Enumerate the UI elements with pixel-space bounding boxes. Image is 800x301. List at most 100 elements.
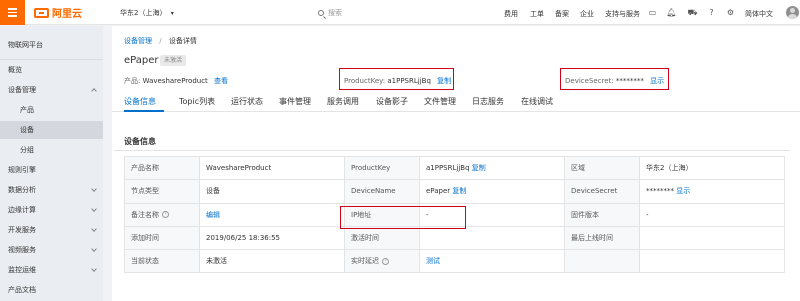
value-productkey-cell: a1PPSRLjjBq 复制	[419, 155, 565, 181]
sidebar-item-docs[interactable]: 产品文档	[0, 281, 103, 299]
sidebar-item-rule-engine[interactable]: 规则引擎	[0, 161, 103, 179]
sidebar-item-label: 视频服务	[8, 246, 36, 254]
help-icon[interactable]: ?	[707, 8, 716, 17]
sidebar-item-groups[interactable]: 分组	[0, 141, 103, 159]
sidebar-item-label: 数据分析	[8, 186, 36, 194]
nav-tickets[interactable]: 工单	[530, 9, 544, 19]
menu-icon[interactable]	[0, 0, 25, 25]
sidebar-divider	[0, 59, 103, 60]
label-activated-time: 激活时间	[344, 225, 420, 251]
bell-icon[interactable]: 🔔︎	[666, 8, 676, 17]
language-selector[interactable]: 简体中文	[745, 9, 773, 19]
label-firmware-version: 固件版本	[564, 202, 640, 227]
breadcrumb-device-management[interactable]: 设备管理	[124, 37, 152, 45]
value-product-name: WaveshareProduct	[199, 155, 345, 181]
copy-productkey-button[interactable]: 复制	[472, 164, 486, 172]
tab-device-info[interactable]: 设备信息	[124, 96, 156, 107]
highlight-box-devicename	[340, 206, 466, 229]
edit-remark-link[interactable]: 编辑	[206, 211, 220, 219]
tab-device-shadow[interactable]: 设备影子	[376, 96, 408, 107]
test-latency-link[interactable]: 测试	[426, 257, 440, 265]
sidebar-item-video-services[interactable]: 视频服务	[0, 241, 103, 259]
value-node-type: 设备	[199, 179, 345, 204]
product-label: 产品:	[124, 77, 141, 85]
avatar[interactable]	[786, 6, 799, 19]
chevron-down-icon: ▾	[170, 10, 174, 17]
sidebar-item-devices[interactable]: 设备	[0, 121, 103, 139]
tab-service-invocation[interactable]: 服务调用	[327, 96, 359, 107]
nav-billing[interactable]: 费用	[504, 9, 518, 19]
search-placeholder: 搜索	[328, 9, 342, 17]
top-bar: 阿里云 华东2（上海） ▾ 搜索 费用 工单 备案 企业 支持与服务 ▭ 🔔︎ …	[0, 0, 800, 25]
breadcrumb: 设备管理 / 设备详情	[124, 36, 197, 46]
chevron-down-icon	[91, 226, 97, 232]
tab-event-management[interactable]: 事件管理	[279, 96, 311, 107]
nav-filing[interactable]: 备案	[555, 9, 569, 19]
logo[interactable]: 阿里云	[34, 6, 82, 20]
tab-run-status[interactable]: 运行状态	[231, 96, 263, 107]
active-tab-indicator	[124, 110, 164, 112]
help-icon[interactable]: ?	[382, 257, 389, 265]
sidebar-item-products[interactable]: 产品	[0, 101, 103, 119]
nav-support[interactable]: 支持与服务	[605, 9, 640, 19]
sidebar-item-label: 设备	[20, 126, 34, 134]
sidebar-item-edge-computing[interactable]: 边缘计算	[0, 201, 103, 219]
page-title: ePaper	[124, 55, 159, 66]
sidebar-item-monitoring[interactable]: 监控运维	[0, 261, 103, 279]
sidebar-item-label: 规则引擎	[8, 166, 36, 174]
sidebar-item-dev-services[interactable]: 开发服务	[0, 221, 103, 239]
search-box[interactable]: 搜索	[318, 8, 342, 18]
value-empty	[639, 249, 785, 274]
sidebar-item-data-analysis[interactable]: 数据分析	[0, 181, 103, 199]
tab-log-service[interactable]: 日志服务	[472, 96, 504, 107]
show-devicesecret-button[interactable]: 显示	[676, 187, 690, 195]
tab-file-management[interactable]: 文件管理	[424, 96, 456, 107]
sidebar-item-label: 产品	[20, 106, 34, 114]
chevron-down-icon	[91, 206, 97, 212]
chevron-down-icon	[91, 266, 97, 272]
label-last-online-time: 最后上线时间	[564, 225, 640, 251]
label-node-type: 节点类型	[124, 179, 200, 204]
terminal-icon[interactable]: ▭	[648, 8, 657, 17]
tab-online-debug[interactable]: 在线调试	[521, 96, 553, 107]
help-icon[interactable]: ?	[162, 211, 169, 219]
value-remark-cell: 编辑	[199, 202, 345, 227]
main-panel: 设备管理 / 设备详情 ePaper 未激活 产品: WaveshareProd…	[112, 26, 800, 301]
label-empty	[564, 249, 640, 274]
tab-topic-list[interactable]: Topic列表	[179, 96, 215, 107]
label-added-time: 添加时间	[124, 225, 200, 251]
sidebar-title: 物联网平台	[8, 41, 43, 49]
sidebar-item-device-management[interactable]: 设备管理	[0, 81, 103, 99]
chevron-up-icon	[91, 88, 97, 94]
sidebar-item-overview[interactable]: 概览	[0, 61, 103, 79]
label-remark-name-cell: 备注名称?	[124, 202, 200, 227]
value-devicesecret-cell: ******** 显示	[639, 179, 785, 204]
nav-enterprise[interactable]: 企业	[580, 9, 594, 19]
cart-icon[interactable]: ⛟	[687, 8, 697, 17]
label-product-name: 产品名称	[124, 155, 200, 181]
label-remark-name: 备注名称	[131, 210, 159, 219]
sidebar: 物联网平台 概览 设备管理 产品 设备 分组 规则引擎 数据分析 边缘计算 开发…	[0, 26, 103, 301]
label-devicesecret: DeviceSecret	[564, 179, 640, 204]
table-row: 当前状态 未激活 实时延迟? 测试	[124, 249, 785, 274]
sidebar-item-label: 设备管理	[8, 86, 36, 94]
value-region: 华东2（上海）	[639, 155, 785, 181]
table-row: 节点类型 设备 DeviceName ePaper 复制 DeviceSecre…	[124, 179, 785, 204]
value-productkey: a1PPSRLjjBq	[426, 164, 470, 173]
table-row: 产品名称 WaveshareProduct ProductKey a1PPSRL…	[124, 155, 785, 181]
chevron-down-icon	[91, 186, 97, 192]
label-realtime-latency-cell: 实时延迟?	[344, 249, 420, 274]
logo-text: 阿里云	[52, 9, 82, 20]
tab-bar: 设备信息 Topic列表 运行状态 事件管理 服务调用 设备影子 文件管理 日志…	[112, 90, 800, 112]
settings-icon[interactable]: ⚙	[726, 8, 735, 17]
product-value: WaveshareProduct	[142, 77, 208, 85]
region-selector[interactable]: 华东2（上海） ▾	[120, 8, 174, 18]
sidebar-item-label: 开发服务	[8, 226, 36, 234]
highlight-box-devicesecret	[560, 68, 669, 90]
view-product-link[interactable]: 查看	[214, 77, 228, 85]
copy-devicename-button[interactable]: 复制	[452, 187, 466, 195]
value-latency-cell: 测试	[419, 249, 565, 274]
value-firmware-version: -	[639, 202, 785, 227]
value-current-status: 未激活	[199, 249, 345, 274]
highlight-box-productkey	[339, 68, 454, 90]
